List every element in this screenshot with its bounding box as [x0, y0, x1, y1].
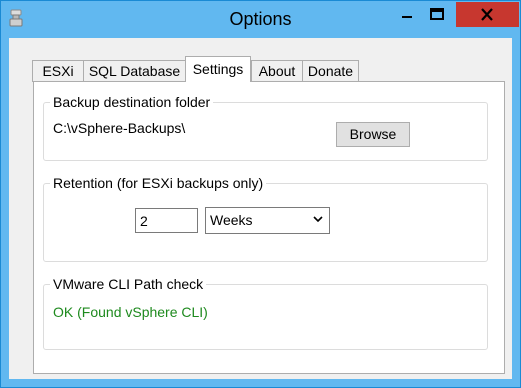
tab-settings[interactable]: Settings	[185, 56, 251, 82]
browse-button[interactable]: Browse	[336, 122, 410, 147]
retention-group: Retention (for ESXi backups only) 2 Week…	[43, 174, 488, 262]
cli-path-check-legend: VMware CLI Path check	[50, 275, 207, 293]
close-icon	[481, 8, 493, 21]
retention-unit-select[interactable]: Weeks	[205, 207, 330, 234]
cli-path-check-group: VMware CLI Path check OK (Found vSphere …	[43, 275, 488, 350]
backup-path-label: C:\vSphere-Backups\	[53, 120, 186, 136]
retention-legend: Retention (for ESXi backups only)	[50, 174, 267, 192]
retention-value-input[interactable]: 2	[135, 208, 198, 233]
title-bar[interactable]: Options	[1, 1, 520, 38]
tab-sql-database[interactable]: SQL Database	[83, 60, 186, 82]
client-area: ESXi SQL Database Settings About Donate …	[9, 38, 512, 379]
minimize-button[interactable]	[392, 2, 421, 27]
close-button[interactable]	[456, 2, 519, 27]
tab-donate[interactable]: Donate	[302, 60, 359, 82]
chevron-down-icon	[313, 216, 323, 223]
options-window: Options ESXi SQL Database Settings About…	[0, 0, 521, 388]
tab-esxi[interactable]: ESXi	[32, 60, 84, 82]
backup-destination-legend: Backup destination folder	[50, 93, 214, 111]
maximize-icon	[430, 8, 444, 20]
tab-about[interactable]: About	[251, 60, 303, 82]
maximize-button[interactable]	[421, 2, 453, 27]
retention-unit-value: Weeks	[210, 212, 253, 228]
cli-status-text: OK (Found vSphere CLI)	[53, 304, 208, 320]
settings-panel: Backup destination folder C:\vSphere-Bac…	[33, 81, 505, 374]
minimize-icon	[402, 16, 412, 18]
backup-destination-group: Backup destination folder C:\vSphere-Bac…	[43, 93, 488, 161]
